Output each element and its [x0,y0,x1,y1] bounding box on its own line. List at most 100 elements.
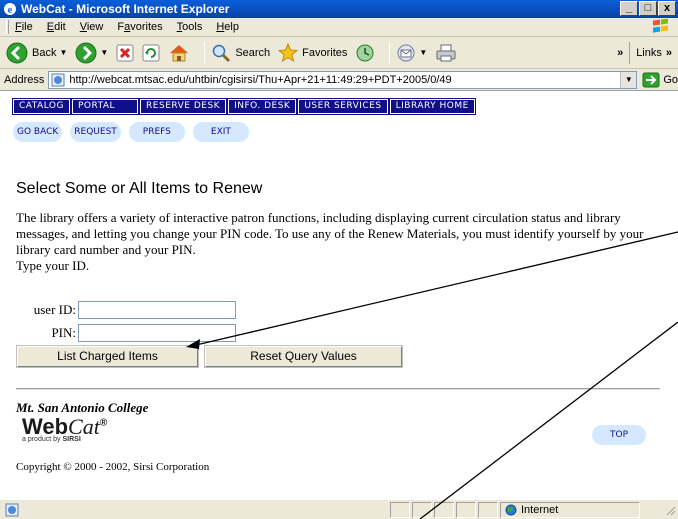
request-button[interactable]: REQUEST [70,122,121,142]
favorites-label: Favorites [302,46,348,59]
status-text-area [22,502,388,518]
standard-toolbar: Back ▼ ▼ Search Favorites ▼ » Links » [0,37,678,69]
go-back-button[interactable]: GO BACK [13,122,63,142]
go-button[interactable]: Go [642,72,678,88]
menu-bar: File Edit View Favorites Tools Help [0,18,678,37]
back-dropdown-icon[interactable]: ▼ [59,48,67,57]
go-label: Go [663,73,678,86]
links-overflow-chevron[interactable]: » [666,47,672,59]
status-pane [478,501,498,518]
pin-input[interactable] [78,324,236,342]
address-dropdown-icon[interactable]: ▼ [620,71,637,88]
divider [16,388,660,390]
links-button[interactable]: Links [636,47,662,59]
menu-tools[interactable]: Tools [177,21,203,33]
pin-label: PIN: [51,325,76,340]
top-button[interactable]: TOP [592,425,647,445]
maximize-button[interactable]: □ [639,1,657,16]
mail-icon [397,44,415,61]
security-zone-label: Internet [521,503,559,516]
stop-icon [116,44,134,61]
go-arrow-icon [642,72,660,87]
forward-dropdown-icon[interactable]: ▼ [100,48,108,57]
toolbar-separator [204,41,206,64]
tab-reserve-desk[interactable]: RESERVE DESK [139,98,228,115]
menu-edit[interactable]: Edit [47,21,66,33]
tab-catalog[interactable]: CATALOG [12,98,71,115]
search-button[interactable]: Search [211,43,270,63]
links-toolbar: » Links » [617,39,678,67]
stop-button[interactable] [116,44,134,62]
ie-logo-icon: e [4,3,16,16]
security-zone: Internet [500,501,640,518]
tab-info-desk[interactable]: INFO. DESK [227,98,298,115]
window-title: WebCat - Microsoft Internet Explorer [21,2,230,16]
instruction-text: Type your ID. [16,258,90,273]
history-button[interactable] [355,43,375,63]
logo-registered: ® [99,417,108,429]
address-url: http://webcat.mtsac.edu/uhtbin/cgisirsi/… [69,73,452,86]
copyright-text: Copyright © 2000 - 2002, Sirsi Corporati… [16,461,210,473]
menu-view[interactable]: View [80,21,104,33]
search-icon [213,44,231,62]
resize-grip-icon[interactable] [664,504,676,516]
status-pane [412,501,432,518]
exit-button[interactable]: EXIT [192,122,249,142]
reset-query-button[interactable]: Reset Query Values [204,345,403,368]
refresh-button[interactable] [142,44,160,62]
toolbar-separator [389,41,391,64]
intro-paragraph: The library offers a variety of interact… [16,210,644,257]
sirsi-logo-text: SIRSI [62,436,81,443]
list-charged-items-button[interactable]: List Charged Items [16,345,199,368]
home-button[interactable] [168,43,190,63]
mail-button[interactable]: ▼ [396,43,427,63]
sirsi-credit: a product by SIRSI [22,436,81,443]
prefs-button[interactable]: PREFS [128,122,185,142]
tab-user-services[interactable]: USER SERVICES [297,98,389,115]
home-icon [170,44,189,61]
menu-help[interactable]: Help [216,21,239,33]
toolbar-separator [629,42,631,64]
page-content: CATALOG PORTAL RESERVE DESK INFO. DESK U… [0,92,678,498]
status-bar: Internet [0,499,678,519]
user-id-input[interactable] [78,301,236,319]
product-by-text: a product by [22,436,61,443]
status-pane [456,501,476,518]
status-pane [434,501,454,518]
status-pane [390,501,410,518]
address-label: Address [4,73,45,86]
print-icon [436,44,456,61]
address-bar: Address http://webcat.mtsac.edu/uhtbin/c… [0,69,678,91]
internet-globe-icon [505,504,517,515]
page-title: Select Some or All Items to Renew [16,180,263,197]
toolbar-grip[interactable] [6,20,9,34]
forward-button[interactable]: ▼ [75,42,108,64]
window-controls: _ □ x [620,1,676,16]
tab-library-home[interactable]: LIBRARY HOME [388,98,476,115]
back-button[interactable]: Back ▼ [6,42,67,64]
page-status-icon [5,503,19,516]
user-id-row: user ID: [16,301,236,319]
close-button[interactable]: x [658,1,676,16]
favorites-button[interactable]: Favorites [278,42,348,63]
windows-flag-icon [653,19,668,33]
address-input[interactable]: http://webcat.mtsac.edu/uhtbin/cgisirsi/… [48,70,638,89]
svg-text:e: e [8,4,13,16]
menu-favorites[interactable]: Favorites [117,21,162,33]
favorites-star-icon [278,42,299,62]
window-titlebar: e WebCat - Microsoft Internet Explorer _… [0,0,678,18]
menu-file[interactable]: File [15,21,33,33]
search-label: Search [235,46,271,59]
minimize-button[interactable]: _ [620,1,638,16]
mail-dropdown-icon[interactable]: ▼ [419,48,427,57]
toolbar-overflow-chevron[interactable]: » [617,47,623,59]
back-label: Back [32,46,57,59]
intro-text: The library offers a variety of interact… [16,210,666,274]
catalog-nav: CATALOG PORTAL RESERVE DESK INFO. DESK U… [12,98,476,115]
tab-portal[interactable]: PORTAL [70,98,140,115]
forward-arrow-icon [75,42,97,63]
action-nav: GO BACK REQUEST PREFS EXIT [13,122,249,142]
back-arrow-icon [6,42,28,63]
print-button[interactable] [435,43,457,63]
page-icon [51,73,65,86]
